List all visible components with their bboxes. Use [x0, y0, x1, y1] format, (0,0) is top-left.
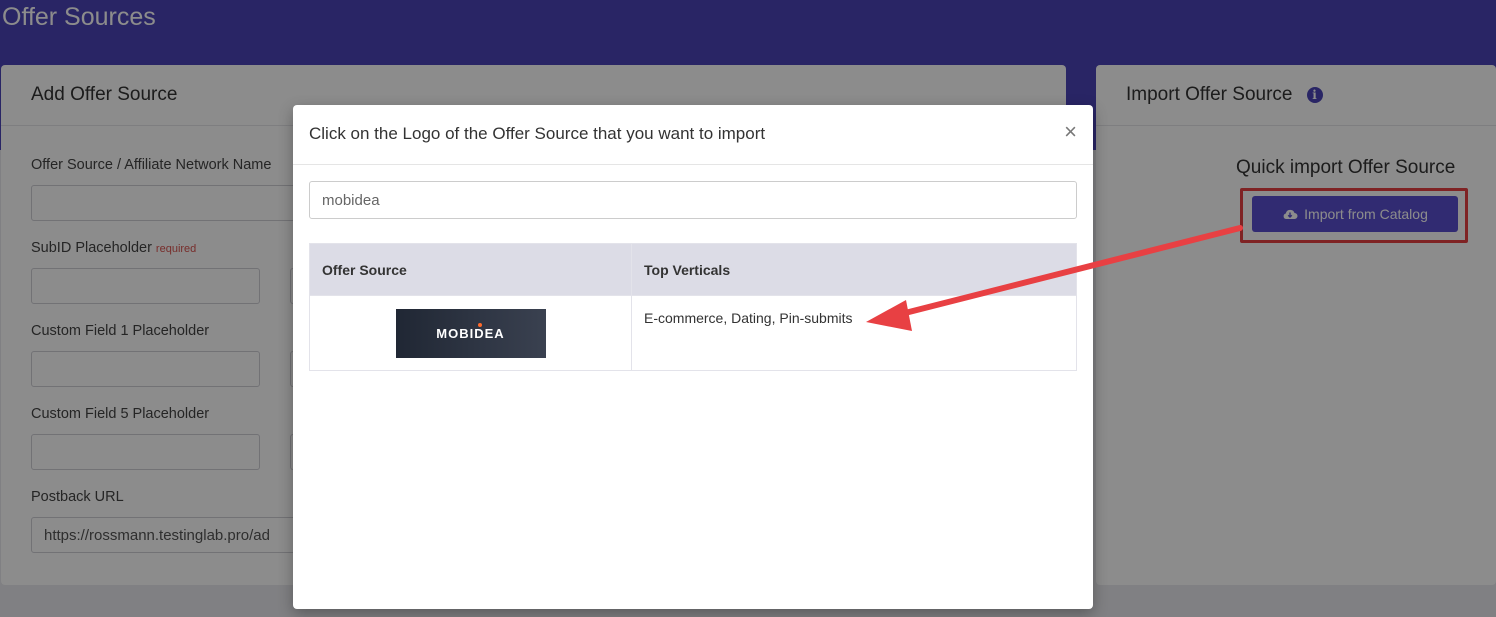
verticals-text: E-commerce, Dating, Pin-submits — [644, 310, 853, 326]
mobidea-logo[interactable]: MOBIDEA — [395, 308, 546, 358]
modal-title: Click on the Logo of the Offer Source th… — [309, 124, 766, 143]
logo-text: MOBIDEA — [436, 325, 505, 341]
search-value: mobidea — [322, 192, 380, 209]
import-modal: Click on the Logo of the Offer Source th… — [293, 105, 1093, 609]
modal-header: Click on the Logo of the Offer Source th… — [293, 105, 1093, 165]
close-icon[interactable]: × — [1064, 121, 1077, 143]
logo-cell: MOBIDEA — [309, 295, 632, 371]
search-input[interactable]: mobidea — [309, 181, 1077, 219]
table-header-row: Offer Source Top Verticals — [309, 243, 1077, 296]
column-header-top-verticals: Top Verticals — [631, 243, 1077, 296]
verticals-cell: E-commerce, Dating, Pin-submits — [631, 295, 1077, 371]
table-row: MOBIDEA E-commerce, Dating, Pin-submits — [309, 295, 1077, 371]
offer-source-table: Offer Source Top Verticals MOBIDEA E-com… — [309, 243, 1077, 371]
column-header-offer-source: Offer Source — [309, 243, 632, 296]
logo-dot — [477, 322, 482, 327]
